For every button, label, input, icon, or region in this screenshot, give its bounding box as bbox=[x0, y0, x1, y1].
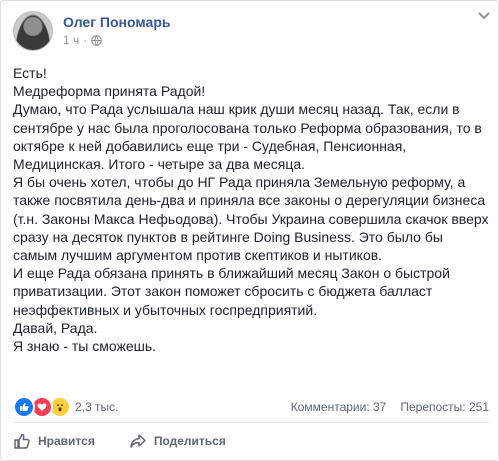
thumbs-up-icon bbox=[14, 433, 30, 449]
post-time[interactable]: 1 ч bbox=[63, 33, 79, 47]
like-button[interactable]: Нравится bbox=[13, 432, 95, 450]
stats-right: Комментарии: 37 Перепосты: 251 bbox=[291, 400, 489, 414]
author-name[interactable]: Олег Пономарь bbox=[63, 14, 170, 30]
divider bbox=[13, 422, 489, 423]
share-label: Поделиться bbox=[153, 434, 226, 448]
share-button[interactable]: Поделиться bbox=[129, 432, 226, 450]
share-arrow-icon bbox=[130, 434, 146, 448]
like-reaction-icon bbox=[13, 396, 35, 418]
comments-count[interactable]: Комментарии: 37 bbox=[291, 400, 387, 414]
meta-separator: · bbox=[83, 33, 88, 47]
globe-icon[interactable] bbox=[91, 34, 103, 46]
post-meta: 1 ч · bbox=[63, 33, 103, 47]
reactions-count: 2,3 тыс. bbox=[75, 400, 119, 414]
shares-count[interactable]: Перепосты: 251 bbox=[400, 400, 489, 414]
reactions-summary[interactable]: 2,3 тыс. bbox=[13, 396, 118, 418]
chevron-down-icon[interactable] bbox=[477, 11, 491, 21]
post-text: Есть! Медреформа принята Радой! Думаю, ч… bbox=[13, 65, 489, 355]
avatar[interactable] bbox=[13, 11, 53, 51]
like-label: Нравится bbox=[38, 434, 95, 448]
post-card: Олег Пономарь 1 ч · Есть! Медреформа при… bbox=[0, 0, 499, 461]
post-stats: 2,3 тыс. Комментарии: 37 Перепосты: 251 bbox=[13, 396, 489, 418]
action-bar: Нравится Поделиться bbox=[13, 427, 489, 455]
